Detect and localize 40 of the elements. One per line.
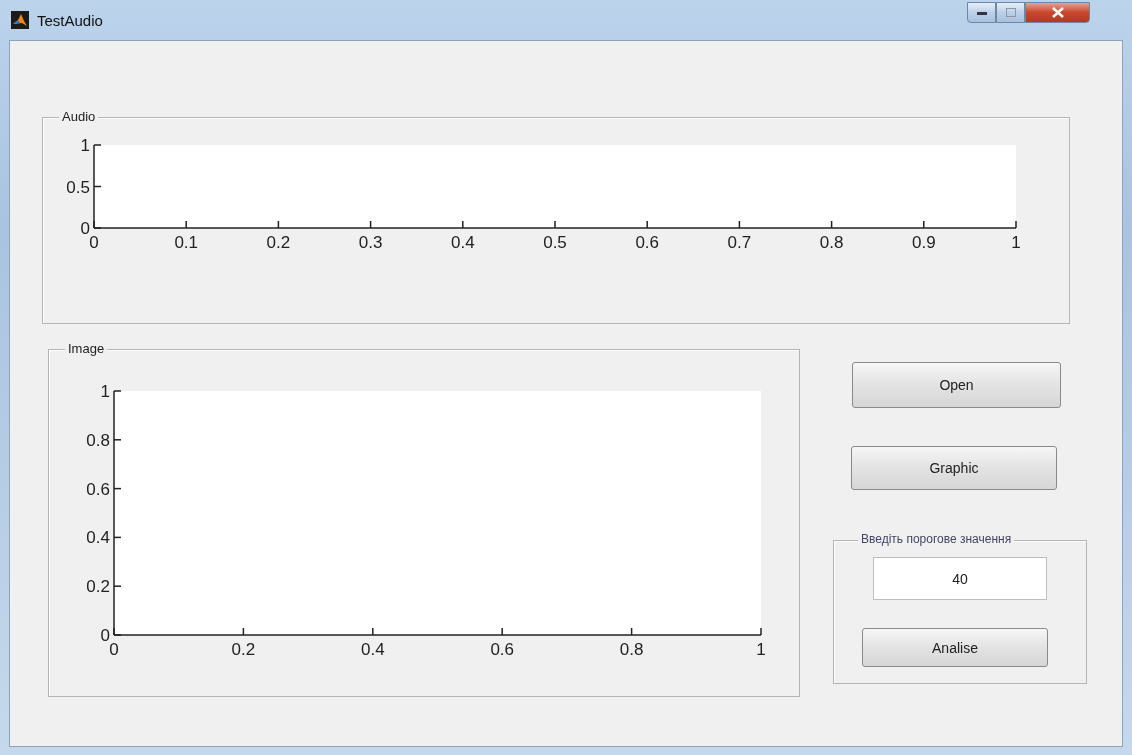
y-tick-label: 0 xyxy=(100,626,110,645)
panel-title: Audio xyxy=(59,109,99,124)
maximize-icon xyxy=(1005,8,1016,17)
y-tick-label: 0.5 xyxy=(66,177,90,197)
x-tick-label: 0.5 xyxy=(543,233,567,252)
x-tick-label: 0.8 xyxy=(819,233,844,252)
y-tick-label: 0 xyxy=(80,219,90,238)
minimize-icon xyxy=(976,10,987,15)
x-tick-label: 0.2 xyxy=(266,233,291,252)
x-tick-label: 1 xyxy=(756,640,766,659)
y-tick-label: 1 xyxy=(80,136,90,155)
x-tick-label: 0.6 xyxy=(635,233,659,252)
x-tick-label: 1 xyxy=(1011,233,1021,252)
x-tick-label: 0.6 xyxy=(490,640,514,659)
close-icon xyxy=(1051,7,1064,18)
x-tick-label: 0.4 xyxy=(361,640,385,659)
y-tick-label: 1 xyxy=(100,382,110,401)
x-tick-label: 0.2 xyxy=(231,640,256,659)
x-tick-label: 0.7 xyxy=(727,233,752,252)
y-tick-label: 0.4 xyxy=(86,528,110,548)
minimize-button[interactable] xyxy=(967,2,996,23)
y-tick-label: 0.6 xyxy=(86,479,110,499)
x-tick-label: 0 xyxy=(89,233,99,252)
panel-title: Введіть порогове значення xyxy=(858,532,1015,546)
analise-button[interactable]: Analise xyxy=(862,628,1048,667)
threshold-input[interactable]: 40 xyxy=(873,557,1047,600)
x-tick-label: 0.4 xyxy=(451,233,475,252)
y-tick-label: 0.2 xyxy=(86,577,110,597)
panel-title: Image xyxy=(65,341,108,356)
action-button[interactable]: Open xyxy=(852,362,1061,408)
x-tick-label: 0.8 xyxy=(619,640,644,659)
x-tick-label: 0.1 xyxy=(174,233,198,252)
y-tick-label: 0.8 xyxy=(86,430,110,450)
action-button[interactable]: Graphic xyxy=(851,446,1057,490)
x-tick-label: 0.3 xyxy=(358,233,383,252)
x-tick-label: 0 xyxy=(109,640,119,659)
window-title: TestAudio xyxy=(37,11,103,29)
close-button[interactable] xyxy=(1025,2,1090,23)
app-logo-icon xyxy=(11,11,29,29)
x-tick-label: 0.9 xyxy=(912,233,936,252)
